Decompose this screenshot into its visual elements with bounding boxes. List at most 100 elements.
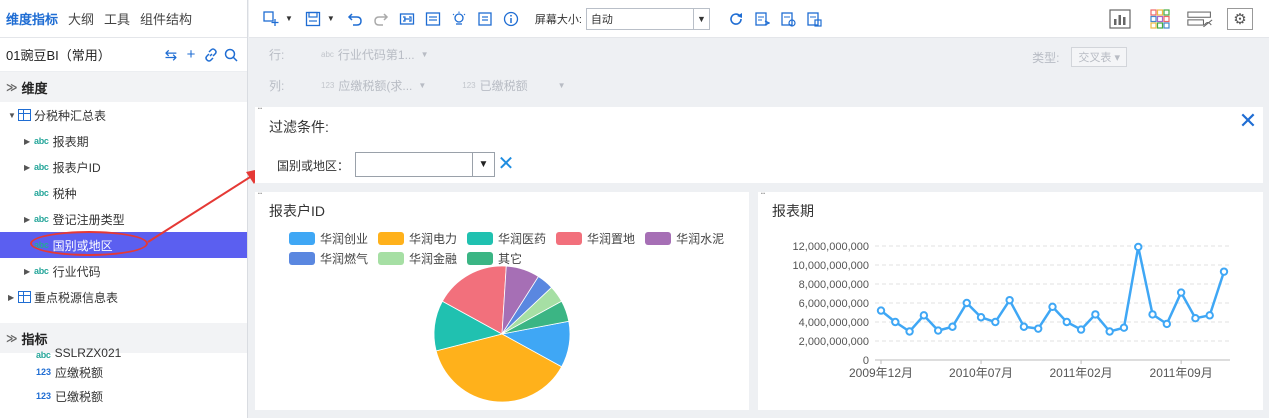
legend-item[interactable]: 华润置地 (556, 228, 635, 248)
link-chart-icon[interactable] (395, 7, 419, 31)
add-icon[interactable]: + (181, 45, 201, 65)
chevron-down-icon: ▼ (472, 153, 494, 176)
tree-item[interactable]: abc 税种 (0, 180, 247, 206)
line-point[interactable] (1148, 310, 1157, 319)
refresh-icon[interactable] (724, 7, 748, 31)
column-pill[interactable]: 123 应缴税额(求... ▼ (321, 77, 426, 94)
line-point[interactable] (1134, 242, 1143, 252)
clear-filter-icon[interactable]: ✕ (496, 153, 516, 175)
line-point[interactable] (976, 313, 986, 322)
tab-dimension-measure[interactable]: 维度指标 (6, 9, 58, 28)
hide-panel-icon[interactable] (1187, 8, 1213, 30)
line-point[interactable] (919, 311, 929, 320)
export-icon[interactable] (750, 7, 774, 31)
line-point[interactable] (905, 327, 914, 336)
line-point[interactable] (1091, 310, 1100, 319)
link-icon[interactable] (201, 45, 221, 65)
expand-right-icon[interactable]: ▶ (8, 293, 18, 302)
tree-item-label: 国别或地区 (52, 238, 113, 253)
legend-item[interactable]: 华润水泥 (645, 228, 724, 248)
line-point[interactable] (1076, 325, 1086, 334)
tab-outline[interactable]: 大纲 (68, 9, 94, 28)
document-icon[interactable] (473, 7, 497, 31)
line-point[interactable] (991, 317, 1000, 327)
legend-item[interactable]: 华润电力 (378, 228, 457, 248)
legend-item[interactable]: 华润燃气 (289, 248, 368, 268)
expand-right-icon[interactable]: ▶ (24, 137, 34, 146)
chevron-down-icon: ▼ (692, 8, 709, 29)
tree-item[interactable]: ▶ abc 报表户ID (0, 154, 247, 180)
chevron-down-icon[interactable]: ▼ (285, 14, 293, 23)
line-point[interactable] (1019, 322, 1029, 331)
dimension-section-header[interactable]: ≫ 维度 (0, 72, 247, 102)
table-icon (18, 109, 31, 121)
line-point[interactable] (1176, 288, 1186, 297)
undo-icon[interactable] (343, 7, 367, 31)
line-point[interactable] (891, 317, 900, 327)
tab-component-structure[interactable]: 组件结构 (140, 9, 192, 28)
drag-handle-icon[interactable]: ⠉ (257, 193, 263, 201)
tree-item-selected[interactable]: abc 国别或地区 (0, 232, 247, 258)
screen-size-select[interactable]: 自动 ▼ (585, 7, 710, 30)
line-point[interactable] (876, 306, 886, 315)
search-icon[interactable] (221, 45, 241, 65)
expand-right-icon[interactable]: ▶ (24, 215, 34, 224)
column-pill[interactable]: 123 已缴税额 ▼ (462, 77, 565, 94)
line-point[interactable] (1048, 302, 1057, 312)
tree-item[interactable]: ▶ abc 行业代码 (0, 258, 247, 284)
drag-handle-icon[interactable]: ⠉ (257, 108, 263, 116)
line-point[interactable] (1119, 323, 1129, 332)
redo-icon[interactable] (369, 7, 393, 31)
close-icon[interactable]: ✕ (1237, 110, 1259, 133)
x-tick-label: 2010年07月 (949, 366, 1013, 380)
line-point[interactable] (1219, 267, 1229, 276)
chart-type-icon[interactable] (1107, 8, 1133, 30)
line-point[interactable] (1205, 311, 1214, 320)
tree-item[interactable]: 123 已缴税额 (0, 384, 247, 408)
datasource-name[interactable]: 01豌豆BI（常用） (6, 45, 161, 64)
tree-item[interactable]: abc SSLRZX021 (0, 346, 247, 360)
settings-report-icon[interactable] (802, 7, 826, 31)
line-point[interactable] (1005, 295, 1014, 305)
info-icon[interactable] (499, 7, 523, 31)
field-type-icon: abc (34, 214, 49, 224)
layout-grid-icon[interactable] (1147, 8, 1173, 30)
tree-item[interactable]: ▼ 分税种汇总表 (0, 102, 247, 128)
legend-swatch (467, 231, 494, 245)
row-column-shelf: 行: abc 行业代码第1... ▼ 列: 123 应缴税额(求... ▼ 12… (249, 39, 1269, 101)
line-point[interactable] (1062, 317, 1071, 327)
tree-item[interactable]: 123 应缴税额 (0, 360, 247, 384)
save-icon[interactable] (301, 7, 325, 31)
table-type-select[interactable]: 交叉表 ▾ (1071, 47, 1127, 67)
line-point[interactable] (1191, 314, 1200, 323)
tree-item[interactable]: ▶ 重点税源信息表 (0, 284, 247, 310)
gear-icon[interactable]: ⚙ (1227, 8, 1253, 30)
tab-tools[interactable]: 工具 (104, 9, 130, 28)
report-icon[interactable] (776, 7, 800, 31)
chevron-down-icon[interactable]: ▼ (327, 14, 335, 23)
legend-item[interactable]: 华润医药 (467, 228, 546, 248)
line-point[interactable] (948, 322, 957, 331)
line-point[interactable] (962, 298, 971, 308)
type-label: 类型: (1032, 50, 1060, 65)
line-point[interactable] (1034, 324, 1043, 333)
table-icon (18, 291, 31, 303)
drag-handle-icon[interactable]: ⠉ (760, 193, 766, 201)
line-chart: 02,000,000,0004,000,000,0006,000,000,000… (793, 241, 1230, 380)
expand-right-icon[interactable]: ▶ (24, 163, 34, 172)
switch-datasource-icon[interactable]: ⇆ (161, 45, 181, 65)
datasource-bar: 01豌豆BI（常用） ⇆ + (0, 38, 247, 72)
lightbulb-icon[interactable] (447, 7, 471, 31)
new-component-icon[interactable] (259, 7, 283, 31)
line-point[interactable] (1162, 319, 1172, 329)
tree-item[interactable]: ▶ abc 报表期 (0, 128, 247, 154)
line-point[interactable] (1105, 327, 1114, 336)
legend-item[interactable]: 华润创业 (289, 228, 368, 248)
region-filter-select[interactable]: ▼ (355, 152, 495, 177)
tree-item[interactable]: ▶ abc 登记注册类型 (0, 206, 247, 232)
expand-down-icon[interactable]: ▼ (8, 111, 18, 120)
line-point[interactable] (933, 326, 943, 335)
mobile-preview-icon[interactable] (421, 7, 445, 31)
row-pill[interactable]: abc 行业代码第1... ▼ (321, 46, 429, 63)
expand-right-icon[interactable]: ▶ (24, 267, 34, 276)
